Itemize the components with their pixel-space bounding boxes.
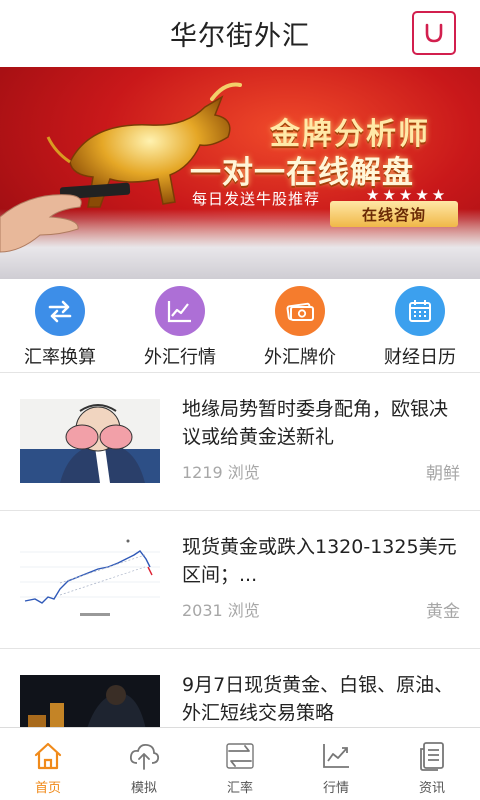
shopping-bag-icon bbox=[425, 23, 443, 43]
news-thumbnail bbox=[20, 537, 160, 621]
shopping-bag-button[interactable] bbox=[412, 11, 456, 55]
bottom-tab-bar: 首页 模拟 汇率 行情 资讯 bbox=[0, 727, 480, 800]
news-tag: 黄金 bbox=[426, 602, 460, 622]
news-view-count: 2031 浏览 bbox=[182, 601, 260, 620]
quick-nav-fx-rates-board[interactable]: 外汇牌价 bbox=[240, 279, 360, 372]
tab-label: 首页 bbox=[34, 781, 61, 796]
tab-home[interactable]: 首页 bbox=[0, 728, 96, 800]
tab-simulate[interactable]: 模拟 bbox=[96, 728, 192, 800]
quick-nav-rate-converter[interactable]: 汇率换算 bbox=[0, 279, 120, 372]
app-header: 华尔街外汇 bbox=[0, 0, 480, 67]
cloud-upload-icon bbox=[128, 740, 160, 772]
tab-rates[interactable]: 汇率 bbox=[192, 728, 288, 800]
tab-label: 模拟 bbox=[130, 781, 157, 796]
exchange-icon bbox=[224, 740, 256, 772]
news-list-item[interactable]: 地缘局势暂时委身配角，欧银决议或给黄金送新礼 1219 浏览 朝鲜 bbox=[0, 373, 480, 511]
promo-banner[interactable]: 金牌分析师 一对一在线解盘 每日发送牛股推荐 ★★★★★ 在线咨询 bbox=[0, 67, 480, 279]
calendar-icon bbox=[395, 286, 445, 336]
banknote-icon bbox=[275, 286, 325, 336]
quick-nav-label: 外汇行情 bbox=[144, 347, 216, 368]
news-title: 9月7日现货黄金、白银、原油、外汇短线交易策略 bbox=[182, 674, 454, 724]
exchange-arrows-icon bbox=[35, 286, 85, 336]
news-tag: 朝鲜 bbox=[426, 464, 460, 484]
news-title: 现货黄金或跌入1320-1325美元区间；... bbox=[182, 536, 457, 586]
home-icon bbox=[32, 740, 64, 772]
tab-label: 行情 bbox=[322, 781, 349, 796]
app-root: 华尔街外汇 金牌分析师 一对一在线解盘 每日发送牛股推荐 ★★★★★ 在线咨询 … bbox=[0, 0, 480, 800]
quick-nav-label: 财经日历 bbox=[384, 347, 456, 368]
quick-nav-finance-calendar[interactable]: 财经日历 bbox=[360, 279, 480, 372]
quick-nav-fx-quotes[interactable]: 外汇行情 bbox=[120, 279, 240, 372]
tab-label: 资讯 bbox=[418, 781, 445, 796]
tab-news[interactable]: 资讯 bbox=[384, 728, 480, 800]
quick-nav-label: 汇率换算 bbox=[24, 347, 96, 368]
news-list-item[interactable]: 现货黄金或跌入1320-1325美元区间；... 2031 浏览 黄金 bbox=[0, 511, 480, 649]
chart-icon bbox=[320, 740, 352, 772]
document-icon bbox=[416, 740, 448, 772]
news-view-count: 1219 浏览 bbox=[182, 463, 260, 482]
news-title: 地缘局势暂时委身配角，欧银决议或给黄金送新礼 bbox=[182, 398, 449, 448]
app-title: 华尔街外汇 bbox=[170, 21, 310, 52]
quick-nav: 汇率换算 外汇行情 外汇牌价 财经日历 bbox=[0, 279, 480, 372]
news-thumbnail bbox=[20, 399, 160, 483]
quick-nav-label: 外汇牌价 bbox=[264, 347, 336, 368]
online-consult-button[interactable]: 在线咨询 bbox=[330, 201, 458, 227]
tab-market[interactable]: 行情 bbox=[288, 728, 384, 800]
banner-subtitle: 每日发送牛股推荐 bbox=[192, 190, 321, 208]
trend-chart-icon bbox=[155, 286, 205, 336]
tab-label: 汇率 bbox=[226, 781, 253, 796]
